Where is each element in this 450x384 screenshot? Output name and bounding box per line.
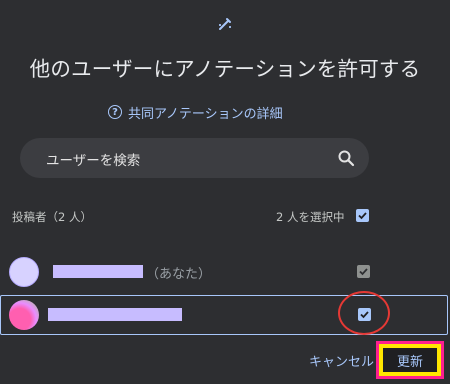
avatar (9, 257, 39, 287)
user-checkbox-self (357, 265, 370, 278)
annotation-circle-highlight (338, 291, 390, 335)
select-all-checkbox[interactable] (356, 209, 369, 222)
user-name-redacted (53, 265, 143, 278)
you-label: （あなた） (146, 267, 212, 282)
share-annotation-dialog: 他のユーザーにアノテーションを許可する ? 共同アノテーションの詳細 ユーザーを… (0, 0, 450, 384)
update-button[interactable]: 更新 (383, 348, 437, 372)
search-icon (338, 150, 355, 167)
user-search-input[interactable]: ユーザーを検索 (20, 138, 369, 178)
collaborative-annotation-help-link[interactable]: ? 共同アノテーションの詳細 (108, 102, 283, 122)
contributors-label: 投稿者（2 人） (12, 210, 92, 224)
cancel-button[interactable]: キャンセル (309, 351, 374, 370)
user-name-redacted (48, 308, 182, 321)
help-link-label: 共同アノテーションの詳細 (128, 106, 283, 122)
checkmark-icon (358, 212, 367, 220)
help-icon: ? (108, 105, 122, 119)
dialog-title: 他のユーザーにアノテーションを許可する (29, 57, 421, 81)
user-row-self[interactable]: （あなた） (0, 253, 448, 291)
update-button-highlight: 更新 (376, 341, 444, 379)
selected-count-label: 2 人を選択中 (276, 210, 345, 224)
avatar (9, 300, 39, 330)
search-placeholder: ユーザーを検索 (46, 153, 141, 169)
annotation-pen-icon (219, 18, 231, 30)
checkmark-icon (359, 268, 368, 276)
